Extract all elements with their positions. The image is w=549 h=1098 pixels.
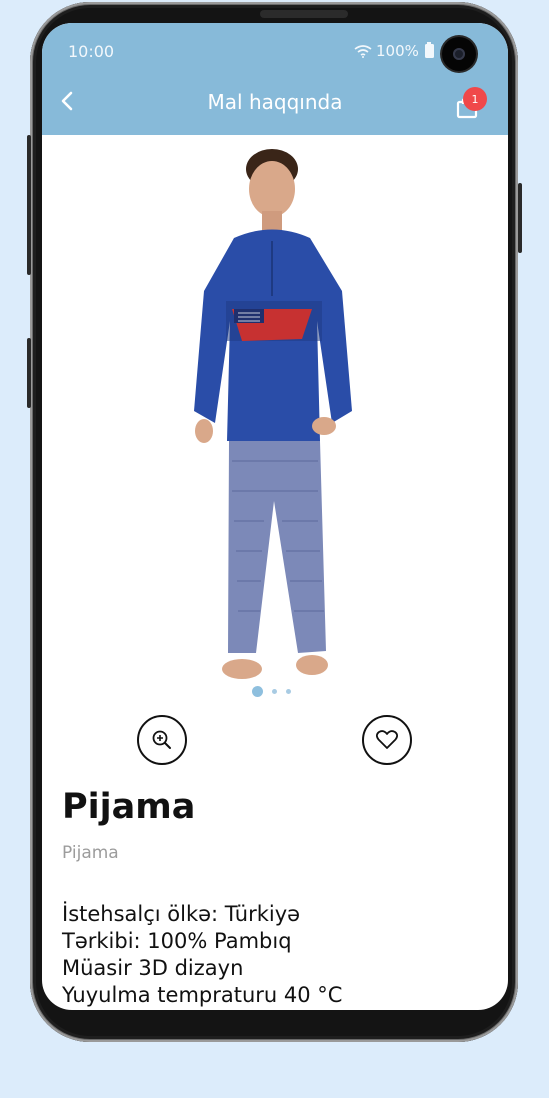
product-image[interactable] (182, 141, 362, 701)
heart-icon (375, 730, 399, 749)
status-time: 10:00 (68, 42, 115, 61)
zoom-in-icon (152, 730, 171, 749)
app-header: 10:00 100% Mal haqqında 1 (42, 23, 508, 135)
product-category: Pijama (62, 843, 119, 863)
description-line: Yuyulma tempraturu 40 °C (62, 983, 343, 1007)
battery-icon (424, 42, 434, 58)
page-title: Mal haqqında (207, 90, 343, 114)
power-button (518, 183, 522, 253)
gallery-dot[interactable] (272, 689, 277, 694)
gallery-dot[interactable] (286, 689, 291, 694)
description-line: Tərkibi: 100% Pambıq (62, 929, 292, 953)
app-screen: 10:00 100% Mal haqqında 1 Pijama Pijama … (42, 23, 508, 1010)
product-name: Pijama (62, 787, 196, 827)
wifi-icon (354, 45, 372, 58)
bixby-button (27, 338, 31, 408)
gallery-pagination (252, 686, 291, 697)
earpiece-speaker (260, 10, 348, 18)
status-indicators: 100% (354, 42, 434, 60)
battery-level: 100% (376, 42, 419, 60)
volume-button (27, 135, 31, 275)
description-line: İstehsalçı ölkə: Türkiyə (62, 902, 301, 926)
description-line: Müasir 3D dizayn (62, 956, 244, 980)
zoom-button[interactable] (137, 715, 187, 765)
front-camera (442, 37, 476, 71)
gallery-dot[interactable] (252, 686, 263, 697)
favorite-button[interactable] (362, 715, 412, 765)
product-description: İstehsalçı ölkə: Türkiyə Tərkibi: 100% P… (62, 901, 342, 1009)
cart-badge: 1 (463, 87, 487, 111)
